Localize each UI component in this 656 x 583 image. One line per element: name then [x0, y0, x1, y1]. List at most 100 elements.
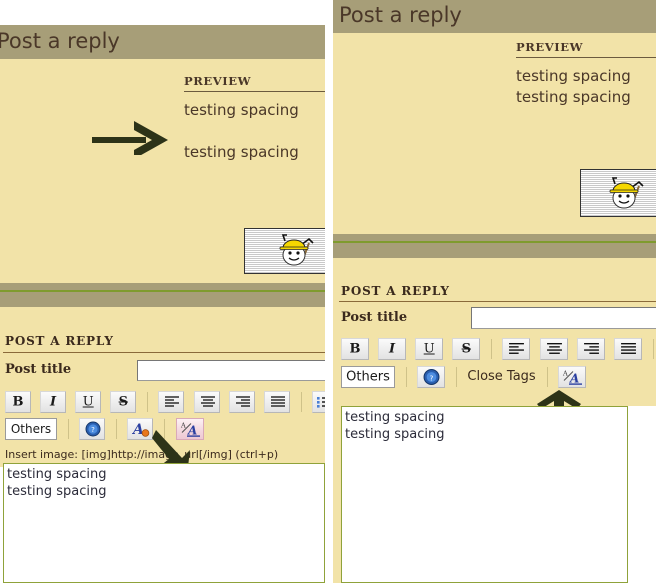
preview-line-1: testing spacing — [516, 67, 631, 85]
align-right-icon — [235, 396, 250, 407]
toolbar-separator — [491, 339, 493, 359]
align-right-button[interactable] — [228, 391, 255, 413]
bold-button[interactable]: B — [5, 391, 31, 413]
strikethrough-label: S — [118, 394, 128, 410]
align-justify-icon — [270, 396, 285, 407]
smiley-icon: ? — [85, 421, 101, 437]
insert-image-hint: Insert image: [img]http://image_url[/img… — [5, 448, 279, 461]
strikethrough-label: S — [461, 341, 471, 357]
page-title: Post a reply — [339, 3, 462, 27]
page-title: Post a reply — [0, 29, 120, 53]
compose-section-title: POST A REPLY — [341, 284, 450, 298]
message-textarea[interactable] — [341, 406, 628, 583]
post-title-label: Post title — [5, 362, 72, 377]
italic-button[interactable]: I — [40, 391, 67, 413]
separator-green-line — [333, 241, 656, 243]
compose-area — [0, 307, 325, 467]
svg-text:A: A — [562, 370, 568, 378]
underline-label: U — [82, 394, 94, 410]
preview-line-2: testing spacing — [516, 88, 631, 106]
font-color-icon: A — [132, 422, 150, 437]
align-justify-button[interactable] — [263, 391, 290, 413]
preview-heading: PREVIEW — [516, 40, 584, 54]
post-title-input[interactable] — [471, 307, 656, 329]
svg-text:?: ? — [91, 426, 95, 434]
svg-text:A: A — [180, 422, 186, 430]
align-left-button[interactable] — [158, 391, 185, 413]
section-separator — [333, 234, 656, 258]
toolbar-separator — [406, 367, 408, 387]
smiley-button[interactable]: ? — [417, 366, 446, 388]
smiley-button[interactable]: ? — [79, 418, 106, 440]
bold-button[interactable]: B — [341, 338, 369, 360]
toolbar-row-1: B I U S — [341, 338, 656, 362]
font-size-button[interactable]: A A — [175, 418, 204, 440]
bullet-list-icon — [316, 397, 325, 408]
preview-heading: PREVIEW — [184, 74, 252, 88]
font-color-button[interactable]: A — [127, 418, 154, 440]
preview-divider — [516, 57, 656, 58]
svg-text:?: ? — [430, 373, 434, 382]
font-size-icon: A A — [562, 370, 582, 386]
editor-toolbar: B I U S — [341, 338, 656, 390]
toolbar-separator — [147, 392, 149, 412]
editor-toolbar: B I U S — [5, 391, 325, 442]
underline-button[interactable]: U — [75, 391, 102, 413]
align-center-icon — [546, 342, 562, 354]
toolbar-separator — [68, 419, 70, 439]
align-center-button[interactable] — [193, 391, 220, 413]
attachment-image — [580, 169, 656, 217]
others-label: Others — [10, 422, 52, 436]
toolbar-separator — [300, 392, 302, 412]
strikethrough-button[interactable]: S — [110, 391, 137, 413]
toolbar-row-1: B I U S — [5, 391, 325, 415]
toolbar-row-2: Others ? A A A — [5, 418, 325, 442]
preview-block: PREVIEW testing spacing testing spacing — [516, 40, 656, 106]
preview-block: PREVIEW testing spacing testing spacing — [184, 74, 325, 161]
attachment-image — [244, 228, 325, 274]
align-right-icon — [583, 342, 599, 354]
align-center-icon — [200, 396, 215, 407]
italic-button[interactable]: I — [378, 338, 407, 360]
others-button[interactable]: Others — [341, 366, 395, 388]
right-panel: Post a reply PREVIEW testing spacing tes… — [333, 0, 656, 583]
toolbar-separator — [456, 367, 458, 387]
bold-label: B — [12, 394, 24, 410]
underline-button[interactable]: U — [415, 338, 444, 360]
toolbar-separator — [116, 419, 118, 439]
align-left-button[interactable] — [502, 338, 531, 360]
compose-section-rule — [3, 352, 325, 353]
align-center-button[interactable] — [539, 338, 568, 360]
left-panel: Post a reply PREVIEW testing spacing tes… — [0, 0, 325, 583]
toolbar-separator — [652, 339, 654, 359]
align-left-icon — [509, 342, 525, 354]
toolbar-separator — [546, 367, 548, 387]
close-tags-button[interactable]: Close Tags — [467, 366, 535, 388]
italic-label: I — [389, 341, 396, 357]
font-size-button[interactable]: A A — [557, 366, 586, 388]
bold-label: B — [349, 341, 361, 357]
others-label: Others — [346, 369, 390, 385]
align-justify-button[interactable] — [613, 338, 642, 360]
align-justify-icon — [620, 342, 636, 354]
preview-divider — [184, 91, 325, 92]
post-title-input[interactable] — [137, 360, 325, 381]
font-size-icon: A A — [180, 422, 200, 438]
align-left-icon — [165, 396, 180, 407]
bullet-list-button[interactable] — [311, 391, 325, 413]
toolbar-row-2: Others ? Close Tags A A — [341, 366, 656, 390]
miner-smiley-icon — [609, 177, 644, 209]
page-title-bar: Post a reply — [0, 25, 325, 59]
align-right-button[interactable] — [576, 338, 605, 360]
others-button[interactable]: Others — [5, 418, 57, 440]
smiley-icon: ? — [423, 369, 440, 385]
message-textarea[interactable] — [3, 463, 325, 583]
page-title-bar: Post a reply — [333, 0, 656, 33]
preview-line-2: testing spacing — [184, 143, 299, 161]
strikethrough-button[interactable]: S — [452, 338, 481, 360]
section-separator — [0, 283, 325, 307]
preview-line-1: testing spacing — [184, 101, 299, 119]
miner-smiley-icon — [279, 234, 314, 266]
post-title-label: Post title — [341, 310, 408, 325]
separator-green-line — [0, 290, 325, 292]
